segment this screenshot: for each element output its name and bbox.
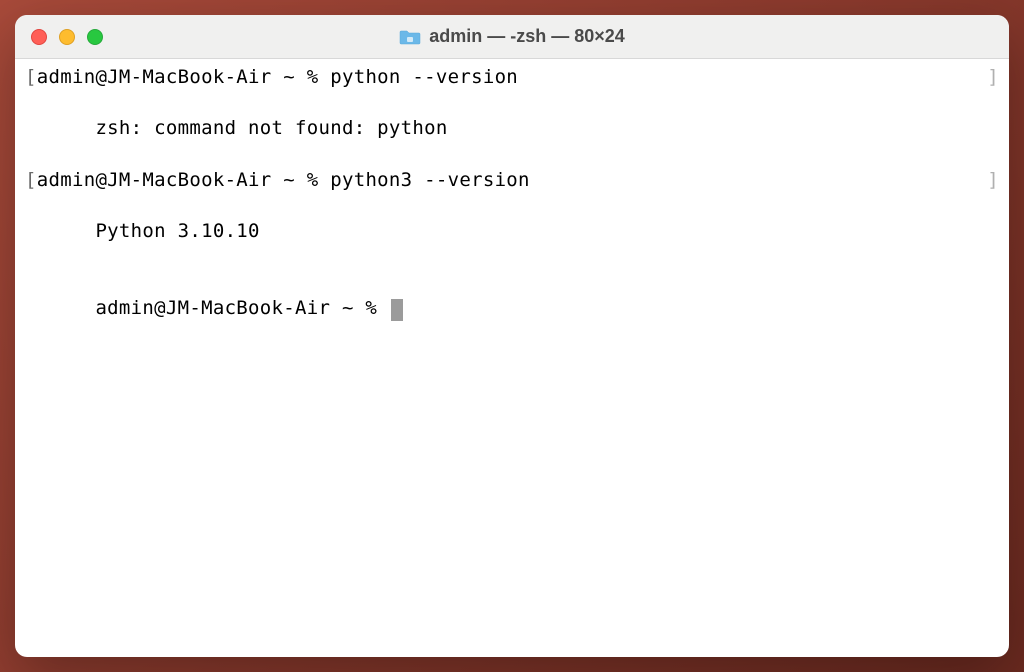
folder-icon <box>399 28 421 46</box>
terminal-prompt-line: admin@JM-MacBook-Air ~ % <box>25 270 999 347</box>
line-content: zsh: command not found: python <box>95 117 447 139</box>
terminal-line: [admin@JM-MacBook-Air ~ % python --versi… <box>25 65 999 91</box>
terminal-line: Python 3.10.10 <box>25 193 999 270</box>
minimize-button[interactable] <box>59 29 75 45</box>
terminal-line: [admin@JM-MacBook-Air ~ % python3 --vers… <box>25 168 999 194</box>
line-content: admin@JM-MacBook-Air ~ % python --versio… <box>37 66 518 88</box>
cursor <box>391 299 403 321</box>
terminal-line: zsh: command not found: python <box>25 91 999 168</box>
terminal-body[interactable]: [admin@JM-MacBook-Air ~ % python --versi… <box>15 59 1009 657</box>
maximize-button[interactable] <box>87 29 103 45</box>
line-bracket-right: ] <box>987 65 999 91</box>
traffic-lights <box>15 29 103 45</box>
line-content: admin@JM-MacBook-Air ~ % python3 --versi… <box>37 169 530 191</box>
title-bar: admin — -zsh — 80×24 <box>15 15 1009 59</box>
window-title: admin — -zsh — 80×24 <box>429 26 625 47</box>
line-content: Python 3.10.10 <box>95 220 259 242</box>
line-bracket-right: ] <box>987 168 999 194</box>
terminal-window: admin — -zsh — 80×24 [admin@JM-MacBook-A… <box>15 15 1009 657</box>
prompt-text: admin@JM-MacBook-Air ~ % <box>95 297 388 319</box>
title-center: admin — -zsh — 80×24 <box>15 26 1009 47</box>
line-bracket-left: [ <box>25 66 37 88</box>
close-button[interactable] <box>31 29 47 45</box>
line-bracket-left: [ <box>25 169 37 191</box>
